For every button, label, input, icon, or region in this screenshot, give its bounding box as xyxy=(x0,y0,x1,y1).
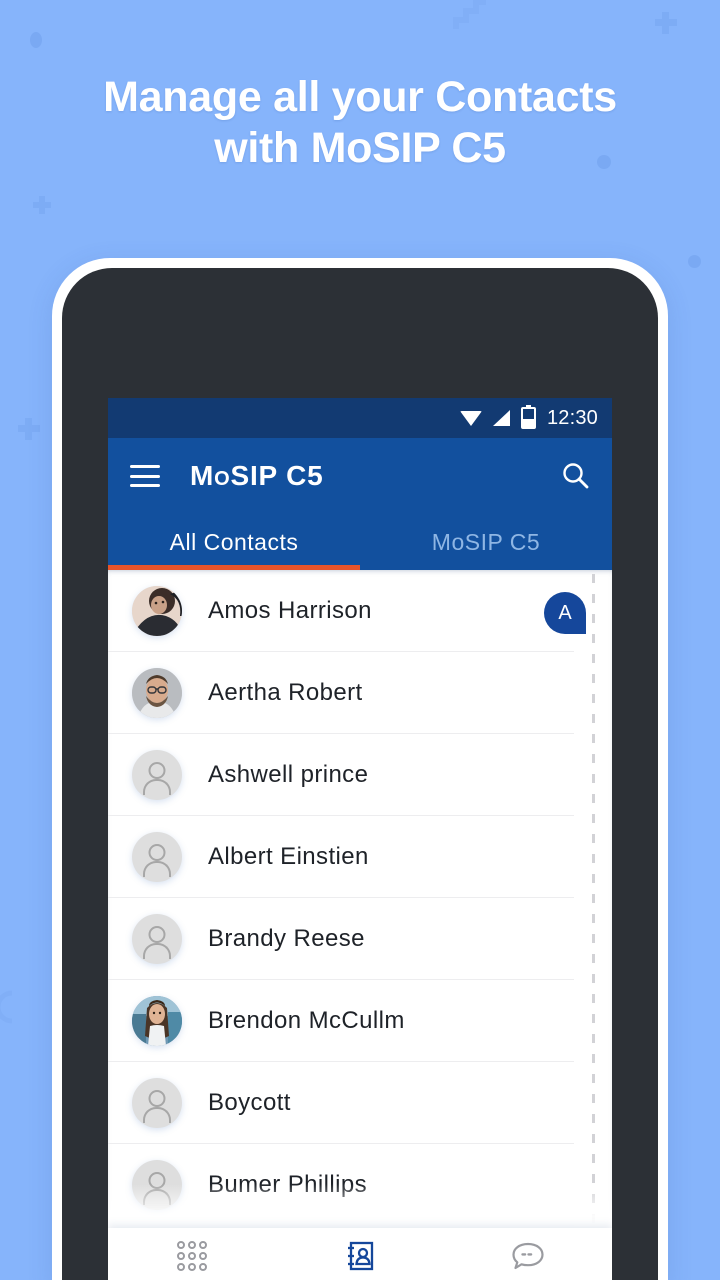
alphabet-index-bubble[interactable]: A xyxy=(544,592,586,634)
contact-name: Boycott xyxy=(208,1089,291,1116)
deco-plus-top-right xyxy=(655,12,677,34)
message-bubble-icon xyxy=(511,1241,545,1271)
contact-name: Ashwell prince xyxy=(208,761,369,788)
contact-row-aertha-robert[interactable]: Aertha Robert xyxy=(108,652,612,734)
alphabet-index-scrollbar[interactable] xyxy=(592,574,595,1228)
hamburger-menu-icon[interactable] xyxy=(130,465,160,487)
avatar-placeholder-icon xyxy=(132,750,182,800)
bottom-navigation-bar: Dailpad Contacts xyxy=(108,1228,612,1280)
avatar xyxy=(132,586,182,636)
deco-plus-left-upper xyxy=(33,196,51,214)
nav-item-dailpad[interactable]: Dailpad xyxy=(108,1241,276,1280)
nav-item-messages[interactable]: Messages xyxy=(444,1241,612,1280)
avatar xyxy=(132,996,182,1046)
signal-icon xyxy=(492,410,510,426)
tab-all-contacts[interactable]: All Contacts xyxy=(108,514,360,570)
deco-circle-left-lower xyxy=(0,990,13,1024)
contact-row-boycott[interactable]: Boycott xyxy=(108,1062,612,1144)
app-title: MoSIP C5 xyxy=(190,460,324,491)
dialpad-icon xyxy=(177,1241,207,1271)
tab-all-contacts-label: All Contacts xyxy=(169,528,299,555)
deco-dot-right-upper xyxy=(688,255,701,268)
avatar-placeholder-icon xyxy=(132,1078,182,1128)
contact-name: Brendon McCullm xyxy=(208,1007,405,1034)
deco-zigzag-top xyxy=(453,0,486,29)
nav-item-contacts[interactable]: Contacts xyxy=(276,1240,444,1280)
contact-row-brandy-reese[interactable]: Brandy Reese xyxy=(108,898,612,980)
tab-mosip-c5[interactable]: MoSIP C5 xyxy=(360,514,612,570)
contact-name: Brandy Reese xyxy=(208,925,365,952)
contact-row-amos-harrison[interactable]: Amos Harrison xyxy=(108,570,612,652)
page-headline: Manage all your Contacts with MoSIP C5 xyxy=(0,72,720,174)
headline-line-2: with MoSIP C5 xyxy=(214,124,506,172)
contact-name: Albert Einstien xyxy=(208,843,369,870)
tab-mosip-c5-label: MoSIP C5 xyxy=(431,528,541,555)
tab-bar: All Contacts MoSIP C5 xyxy=(108,514,612,570)
headline-line-1: Manage all your Contacts xyxy=(103,73,617,121)
wifi-icon xyxy=(459,410,482,426)
contact-row-bumer-phillips[interactable]: Bumer Phillips xyxy=(108,1144,612,1226)
avatar-placeholder-icon xyxy=(132,1160,182,1210)
avatar-placeholder-icon xyxy=(132,914,182,964)
contact-row-albert-einstien[interactable]: Albert Einstien xyxy=(108,816,612,898)
battery-icon xyxy=(520,405,536,429)
avatar-placeholder-icon xyxy=(132,832,182,882)
contact-list[interactable]: Amos Harrison Aertha Robert Ashwell prin… xyxy=(108,570,612,1228)
status-bar-time: 12:30 xyxy=(546,406,598,429)
avatar xyxy=(132,668,182,718)
contact-row-brendon-mccullm[interactable]: Brendon McCullm xyxy=(108,980,612,1062)
contact-row-ashwell-prince[interactable]: Ashwell prince xyxy=(108,734,612,816)
contact-name: Amos Harrison xyxy=(208,597,372,624)
contact-name: Aertha Robert xyxy=(208,679,363,706)
status-bar: 12:30 xyxy=(108,398,612,438)
app-bar: MoSIP C5 xyxy=(108,438,612,514)
deco-plus-left-mid xyxy=(18,418,40,440)
search-icon[interactable] xyxy=(560,461,590,491)
phone-screen: 12:30 MoSIP C5 All Contacts MoSIP C5 Amo… xyxy=(108,398,612,1280)
contact-name: Bumer Phillips xyxy=(208,1171,367,1198)
deco-dot-left-top xyxy=(30,32,42,48)
contacts-book-icon xyxy=(344,1240,376,1272)
